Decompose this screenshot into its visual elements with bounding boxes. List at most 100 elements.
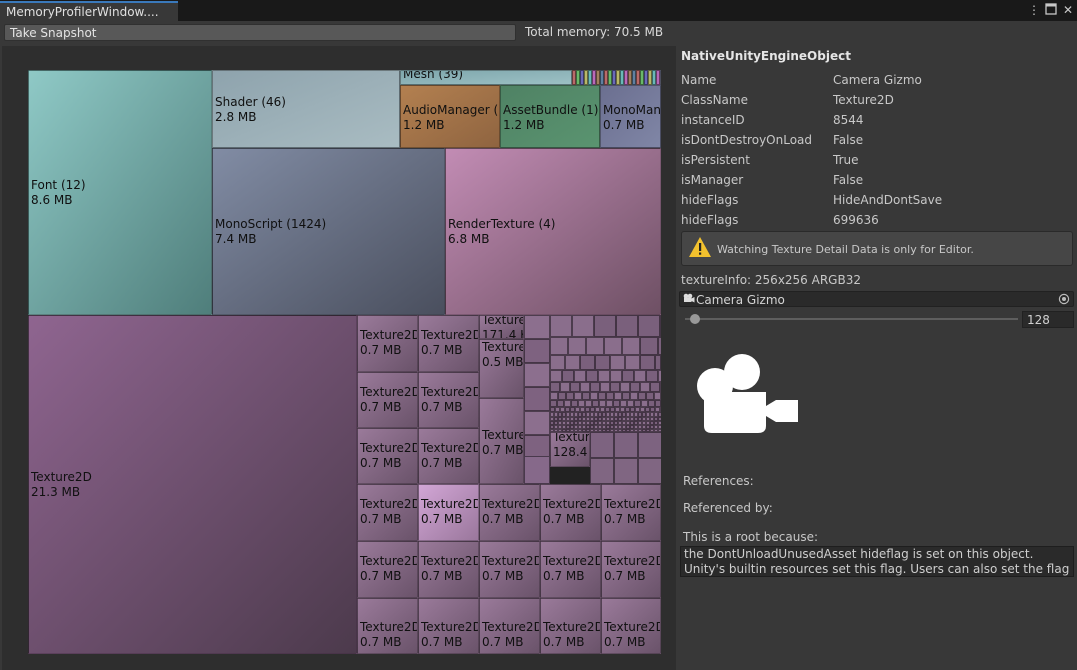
treemap-tiny-cell[interactable]	[655, 355, 661, 370]
treemap-tiny-cell[interactable]	[641, 400, 648, 407]
treemap-tiny-cell[interactable]	[550, 391, 558, 401]
treemap-tiny-cell[interactable]	[565, 355, 580, 370]
treemap-cell[interactable]: Texture2D0.7 MB	[601, 541, 661, 598]
treemap-tiny-cell[interactable]	[638, 432, 661, 458]
treemap-tiny-cell[interactable]	[638, 458, 661, 484]
treemap-tiny-cell[interactable]	[585, 400, 592, 407]
treemap-tiny-cell[interactable]	[566, 391, 574, 401]
treemap-cell[interactable]: Texture2D0.7 MB	[357, 598, 418, 654]
treemap-tiny-cell[interactable]	[625, 355, 640, 370]
treemap-tiny-cell[interactable]	[646, 391, 654, 401]
treemap-tiny-cell[interactable]	[582, 391, 590, 401]
treemap-tiny-cell[interactable]	[594, 315, 616, 337]
treemap-tiny-cell[interactable]	[586, 369, 598, 382]
treemap-tiny-cell[interactable]	[658, 337, 661, 356]
treemap-tiny-cell[interactable]	[592, 400, 599, 407]
treemap-tiny-cell[interactable]	[550, 337, 568, 356]
treemap-tiny-cell[interactable]	[598, 391, 606, 401]
treemap-tiny-cell[interactable]	[604, 337, 622, 356]
treemap-cell[interactable]: Texture2D0.7 MB	[418, 484, 479, 541]
treemap-tiny-cell[interactable]	[622, 369, 634, 382]
treemap-tiny-cell[interactable]	[598, 369, 610, 382]
treemap-tiny-cell[interactable]	[557, 400, 564, 407]
treemap-cell[interactable]: Texture2D0.7 MB	[357, 428, 418, 484]
treemap-cell[interactable]: Shader (46) 2.8 MB	[212, 70, 400, 148]
treemap-tiny-cell[interactable]	[610, 381, 620, 392]
treemap-tiny-cell[interactable]	[646, 369, 658, 382]
treemap-tiny-cell[interactable]	[524, 456, 550, 484]
treemap-cell[interactable]: MonoManager0.7 MB	[600, 85, 661, 148]
treemap-tiny-cell[interactable]	[620, 381, 630, 392]
treemap-tiny-cell[interactable]	[578, 400, 585, 407]
treemap-tiny-cell[interactable]	[590, 458, 614, 484]
treemap-cell[interactable]: Texture2D128.4 KB	[550, 432, 590, 467]
treemap-tiny-cell[interactable]	[586, 337, 604, 356]
treemap-tiny-cell[interactable]	[524, 387, 550, 411]
treemap-tiny-cell[interactable]	[620, 400, 627, 407]
treemap-cell[interactable]: Texture2D0.7 MB	[601, 484, 661, 541]
treemap-tiny-cell[interactable]	[590, 432, 614, 458]
treemap-tiny-cell[interactable]	[524, 363, 550, 387]
treemap-tiny-cell[interactable]	[630, 391, 638, 401]
treemap-tiny-cell[interactable]	[574, 391, 582, 401]
treemap-tiny-cell[interactable]	[640, 355, 655, 370]
treemap-cell[interactable]: Texture2D0.7 MB	[418, 428, 479, 484]
treemap-tiny-cell[interactable]	[606, 400, 613, 407]
treemap-cell[interactable]: Texture2D0.7 MB	[540, 484, 601, 541]
treemap-cell[interactable]: Texture2D0.7 MB	[479, 598, 540, 654]
treemap-tiny-cell[interactable]	[550, 400, 557, 407]
treemap-tiny-cell[interactable]	[524, 339, 550, 363]
treemap-cell[interactable]: AssetBundle (1) 1.2 MB	[500, 85, 600, 148]
treemap-cell[interactable]: Texture2D0.7 MB	[540, 541, 601, 598]
treemap[interactable]: Font (12) 8.6 MB Shader (46) 2.8 MB Mesh (39…	[28, 70, 661, 654]
treemap-tiny-cell[interactable]	[524, 315, 550, 339]
treemap-tiny-cell[interactable]	[660, 381, 661, 392]
treemap-cell[interactable]: Texture2D171.4 KB	[479, 315, 524, 339]
treemap-cell[interactable]: Texture2D0.7 MB	[479, 484, 540, 541]
size-slider-value[interactable]: 128	[1022, 311, 1074, 328]
treemap-tiny-cell[interactable]	[590, 391, 598, 401]
treemap-cell[interactable]: Texture2D 21.3 MB	[28, 315, 357, 654]
window-tab[interactable]: MemoryProfilerWindow....	[0, 1, 178, 21]
treemap-cell[interactable]: Texture2D0.7 MB	[418, 598, 479, 654]
treemap-cell[interactable]: MonoScript (1424) 7.4 MB	[212, 148, 445, 315]
object-picker-icon[interactable]	[1058, 293, 1070, 308]
treemap-cell[interactable]: Texture2D0.7 MB	[357, 541, 418, 598]
treemap-tiny-cell[interactable]	[550, 369, 562, 382]
take-snapshot-button[interactable]: Take Snapshot	[4, 24, 516, 41]
treemap-tiny-cell[interactable]	[599, 400, 606, 407]
treemap-tiny-cell[interactable]	[610, 355, 625, 370]
treemap-tiny-cell[interactable]	[616, 315, 638, 337]
treemap-cell[interactable]: Texture2D0.7 MB	[357, 484, 418, 541]
treemap-tiny-cell[interactable]	[638, 391, 646, 401]
treemap-tiny-cell[interactable]	[550, 381, 560, 392]
treemap-tiny-cell[interactable]	[560, 381, 570, 392]
treemap-tiny-cell[interactable]	[656, 70, 660, 85]
treemap-tiny-cell[interactable]	[658, 369, 661, 382]
treemap-tiny-cell[interactable]	[558, 391, 566, 401]
treemap-tiny-cell[interactable]	[634, 400, 641, 407]
treemap-tiny-cell[interactable]	[648, 400, 655, 407]
treemap-cell[interactable]: Texture2D0.7 MB	[357, 315, 418, 372]
treemap-tiny-cell[interactable]	[627, 400, 634, 407]
treemap-cell[interactable]: Texture2D0.7 MB	[357, 372, 418, 428]
treemap-tiny-cell[interactable]	[570, 381, 580, 392]
size-slider-thumb[interactable]	[690, 314, 700, 324]
treemap-cell[interactable]: Font (12) 8.6 MB	[28, 70, 212, 315]
close-icon[interactable]: ✕	[1061, 3, 1075, 17]
treemap-cell[interactable]: Texture2D0.7 MB	[418, 372, 479, 428]
treemap-tiny-cell[interactable]	[630, 381, 640, 392]
treemap-tiny-cell[interactable]	[610, 369, 622, 382]
treemap-tiny-cell[interactable]	[580, 381, 590, 392]
treemap-tiny-cell[interactable]	[571, 400, 578, 407]
treemap-tiny-cell[interactable]	[622, 391, 630, 401]
size-slider-track[interactable]	[685, 318, 1018, 320]
treemap-tiny-cell[interactable]	[640, 337, 658, 356]
kebab-menu-icon[interactable]: ⋮	[1027, 3, 1041, 17]
treemap-tiny-cell[interactable]	[634, 369, 646, 382]
treemap-tiny-cell[interactable]	[622, 337, 640, 356]
treemap-cell[interactable]: Texture2D0.7 MB	[479, 398, 524, 484]
treemap-tiny-cell[interactable]	[614, 391, 622, 401]
treemap-tiny-cell[interactable]	[655, 400, 661, 407]
treemap-tiny-cell[interactable]	[595, 355, 610, 370]
